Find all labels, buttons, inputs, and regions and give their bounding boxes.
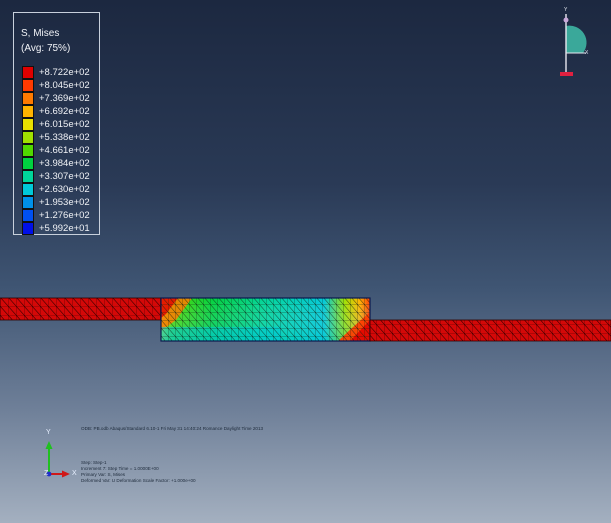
legend-value: +1.953e+02: [39, 197, 90, 208]
axis-z-label: Z: [44, 470, 49, 477]
legend-swatch: [22, 131, 34, 144]
middle-overlap-region: [160, 297, 371, 342]
legend-swatch: [22, 144, 34, 157]
left-strip: [0, 297, 163, 321]
legend-swatch: [22, 170, 34, 183]
legend-value: +6.015e+02: [39, 119, 90, 130]
legend-swatch: [22, 222, 34, 235]
primary-var-line: Primary Var: S, Mises: [81, 472, 126, 477]
stress-legend: S, Mises (Avg: 75%) +8.722e+02 +8.045e+02…: [13, 12, 100, 235]
triad-x-label: X: [585, 50, 589, 56]
legend-subtitle: (Avg: 75%): [21, 43, 71, 54]
legend-swatch: [22, 183, 34, 196]
step-info-line: Step: Step-1: [81, 460, 107, 465]
legend-value: +4.661e+02: [39, 145, 90, 156]
legend-value: +8.045e+02: [39, 80, 90, 91]
axis-y-label: Y: [46, 429, 51, 436]
legend-swatch: [22, 118, 34, 131]
legend-value: +5.992e+01: [39, 223, 90, 234]
legend-value: +5.338e+02: [39, 132, 90, 143]
right-strip: [369, 319, 611, 342]
legend-swatch: [22, 105, 34, 118]
legend-swatch: [22, 157, 34, 170]
legend-swatch: [22, 196, 34, 209]
legend-value: +8.722e+02: [39, 67, 90, 78]
view-triad-icon: [560, 14, 587, 76]
legend-value: +3.307e+02: [39, 171, 90, 182]
legend-title: S, Mises: [21, 28, 60, 39]
legend-swatch: [22, 66, 34, 79]
odb-info-line: ODB: PB.odb Abaqus/Standard 6.10-1 Fri M…: [81, 426, 264, 431]
axis-triad-icon: [45, 441, 70, 478]
legend-value: +6.692e+02: [39, 106, 90, 117]
triad-y-label: Y: [564, 7, 568, 13]
deformed-var-line: Deformed Var: U Deformation Scale Factor…: [81, 478, 196, 483]
legend-swatch: [22, 92, 34, 105]
legend-value: +3.984e+02: [39, 158, 90, 169]
legend-value: +1.276e+02: [39, 210, 90, 221]
legend-value: +7.369e+02: [39, 93, 90, 104]
legend-value: +2.630e+02: [39, 184, 90, 195]
legend-swatch: [22, 209, 34, 222]
increment-info-line: Increment 7: Step Time = 1.0000E+00: [81, 466, 159, 471]
axis-x-label: X: [72, 470, 77, 477]
legend-swatch: [22, 79, 34, 92]
